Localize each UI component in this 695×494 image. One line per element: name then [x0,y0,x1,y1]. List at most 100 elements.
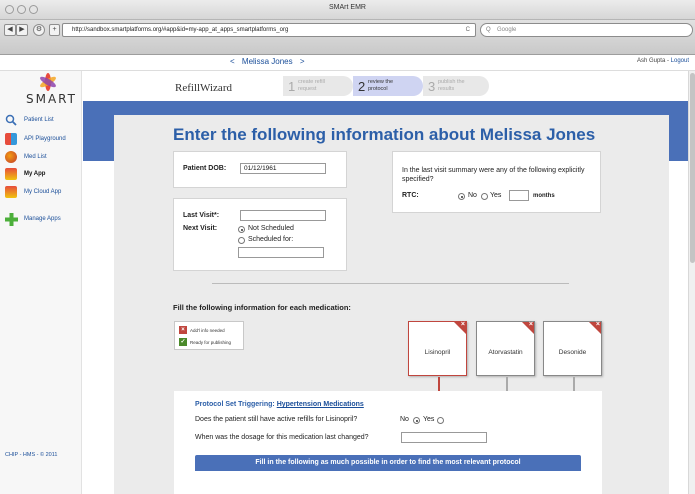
step-number: 1 [288,79,296,94]
not-scheduled-label: Not Scheduled [248,225,294,232]
next-patient-button[interactable]: > [300,57,305,66]
refill-no-radio[interactable] [413,417,420,424]
forward-button[interactable]: ▶ [16,24,28,36]
user-links: Ash Gupta - Logout [637,58,689,64]
sidebar-item-my-app[interactable]: My App [5,167,81,181]
scrollbar-thumb[interactable] [690,73,695,263]
sidebar-item-api-playground[interactable]: API Playground [5,132,81,146]
search-input[interactable]: Q Google [480,23,693,37]
med-card-desonide[interactable]: × Desonide [543,321,602,392]
visit-summary-box: In the last visit summary were any of th… [392,151,601,213]
section-divider [212,283,569,284]
legend-ready: Ready for publishing [190,340,232,345]
prev-patient-button[interactable]: < [230,57,235,66]
pill-icon [5,151,17,163]
sidebar: SMART Patient List API Playground Med Li… [0,71,82,494]
dosage-date-input[interactable] [401,432,487,443]
plus-icon [5,213,18,226]
scheduled-for-label: Scheduled for: [248,236,294,243]
rtc-label: RTC: [402,192,419,199]
scheduled-date-input[interactable] [238,247,324,258]
status-legend: × Add'l info needed ✓ Ready for publishi… [174,321,244,350]
logout-link[interactable]: Logout [671,58,689,64]
page-scrollbar[interactable] [688,71,695,494]
flag-x-icon: × [528,321,533,328]
app-icon [5,168,17,180]
protocol-label: Protocol Set Triggering: Hypertension Me… [195,401,364,408]
refill-yes-radio[interactable] [437,417,444,424]
page-title: Enter the following information about Me… [173,125,596,144]
not-scheduled-radio[interactable] [238,226,245,233]
add-bookmark-button[interactable]: + [49,24,60,36]
scheduled-for-radio[interactable] [238,237,245,244]
step-label: review the protocol [368,79,394,92]
url-text: http://sandbox.smartplatforms.org/#app&i… [72,27,289,33]
step-number: 2 [358,79,366,94]
dob-field[interactable]: 01/12/1961 [240,163,326,174]
dob-box: Patient DOB: 01/12/1961 [173,151,347,188]
blocks-icon [5,133,17,145]
sidebar-item-label: API Playground [24,136,66,142]
info-needed-icon: × [179,326,187,334]
logo-text: SMART [26,92,77,106]
window-title: SMArt EMR [329,4,366,11]
refill-wizard-logo: RefillWizard [175,82,232,94]
summary-question: In the last visit summary were any of th… [402,167,585,183]
magnifier-icon [5,114,17,126]
med-card-atorvastatin[interactable]: × Atorvastatin [476,321,535,392]
sidebar-item-label: My Cloud App [24,189,62,195]
smart-logo-icon [40,73,56,91]
sidebar-item-label: Med List [24,154,47,160]
find-protocol-button[interactable]: Fill in the following as much possible i… [195,455,581,471]
flag-x-icon: × [595,321,600,328]
rtc-months-input[interactable] [509,190,529,201]
sidebar-footer: CHIP - HMS - © 2011 [5,452,58,458]
legend-info-needed: Add'l info needed [190,328,225,333]
rtc-yes-radio[interactable] [481,193,488,200]
medication-heading: Fill the following information for each … [173,303,351,312]
card-connector [573,377,575,392]
app-header: < Melissa Jones > Ash Gupta - Logout [0,55,695,71]
form-panel: Enter the following information about Me… [114,115,669,494]
wizard-step-3[interactable]: 3 publish the results [423,76,489,96]
protocol-box: Protocol Set Triggering: Hypertension Me… [174,391,602,494]
cloud-app-icon [5,186,17,198]
rtc-no-label: No [468,192,477,199]
patient-name[interactable]: Melissa Jones [242,57,293,66]
sidebar-item-my-cloud-app[interactable]: My Cloud App [5,185,81,199]
address-bar[interactable]: http://sandbox.smartplatforms.org/#app&i… [62,23,476,37]
card-connector [438,377,440,392]
smart-logo: SMART [12,71,75,111]
wizard-bar: RefillWizard 1 create refill request 2 re… [83,71,688,101]
med-name: Desonide [558,349,587,356]
med-card-lisinopril[interactable]: × Lisinopril [408,321,467,392]
wizard-step-1[interactable]: 1 create refill request [283,76,353,96]
refill-yes-label: Yes [423,416,435,423]
protocol-link[interactable]: Hypertension Medications [277,401,364,408]
step-label: publish the results [438,79,465,92]
dob-label: Patient DOB: [183,165,227,172]
sidebar-item-label: My App [24,171,46,177]
refill-no-label: No [400,416,409,423]
sidebar-item-patient-list[interactable]: Patient List [5,113,81,127]
rtc-no-radio[interactable] [458,193,465,200]
next-visit-label: Next Visit: [183,225,218,232]
last-visit-label: Last Visit*: [183,212,220,219]
months-label: months [533,193,555,199]
search-icon: Q [486,27,491,33]
sidebar-item-manage-apps[interactable]: Manage Apps [5,212,81,226]
sidebar-item-med-list[interactable]: Med List [5,150,81,164]
back-button[interactable]: ◀ [4,24,16,36]
last-visit-input[interactable] [240,210,326,221]
card-connector [506,377,508,392]
sidebar-item-label: Patient List [24,117,54,123]
window-titlebar: SMArt EMR [0,0,695,20]
search-placeholder: Google [497,27,517,33]
wizard-step-2[interactable]: 2 review the protocol [353,76,423,96]
ready-icon: ✓ [179,338,187,346]
action-icon[interactable]: ⚙ [33,24,45,36]
rtc-yes-label: Yes [490,192,502,199]
step-number: 3 [428,79,436,94]
sidebar-item-label: Manage Apps [24,216,61,222]
reload-icon[interactable]: C [466,24,470,36]
